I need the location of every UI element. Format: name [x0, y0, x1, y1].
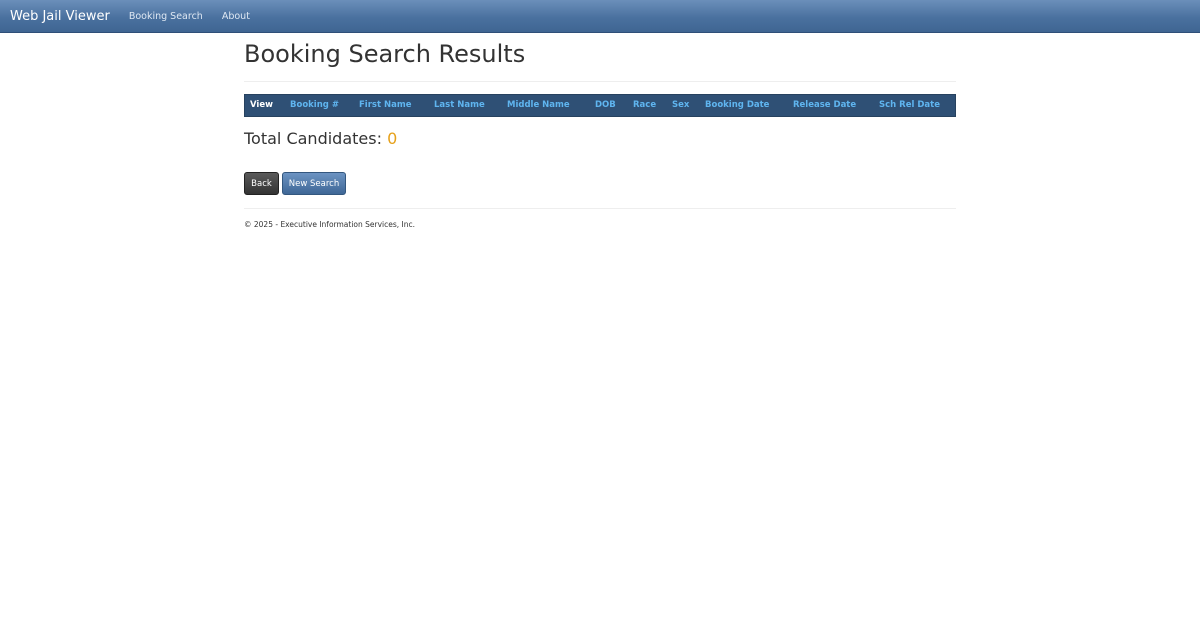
total-candidates-count: 0 [387, 129, 398, 148]
nav-link-about[interactable]: About [222, 11, 250, 22]
page-title: Booking Search Results [244, 40, 526, 68]
column-header-dob[interactable]: DOB [595, 95, 616, 116]
column-header-view: View [250, 100, 273, 110]
title-divider [244, 81, 956, 82]
column-header-booking-number[interactable]: Booking # [290, 95, 339, 116]
column-header-release-date[interactable]: Release Date [793, 95, 856, 116]
results-table-header: View Booking # First Name Last Name Midd… [244, 94, 956, 117]
back-button[interactable]: Back [244, 172, 279, 195]
column-header-first-name[interactable]: First Name [359, 95, 411, 116]
column-header-sch-rel-date[interactable]: Sch Rel Date [879, 95, 940, 116]
column-header-sex[interactable]: Sex [672, 95, 689, 116]
column-header-race[interactable]: Race [633, 95, 656, 116]
column-header-booking-date[interactable]: Booking Date [705, 95, 769, 116]
total-candidates-label: Total Candidates: [244, 129, 382, 148]
new-search-button[interactable]: New Search [282, 172, 346, 195]
column-header-middle-name[interactable]: Middle Name [507, 95, 570, 116]
nav-link-booking-search[interactable]: Booking Search [129, 11, 203, 22]
footer-copyright: © 2025 - Executive Information Services,… [244, 220, 416, 229]
footer-divider [244, 208, 956, 209]
brand-link[interactable]: Web Jail Viewer [10, 9, 110, 24]
total-candidates: Total Candidates: 0 [244, 129, 397, 148]
column-header-last-name[interactable]: Last Name [434, 95, 485, 116]
top-navbar: Web Jail Viewer Booking Search About [0, 0, 1200, 33]
